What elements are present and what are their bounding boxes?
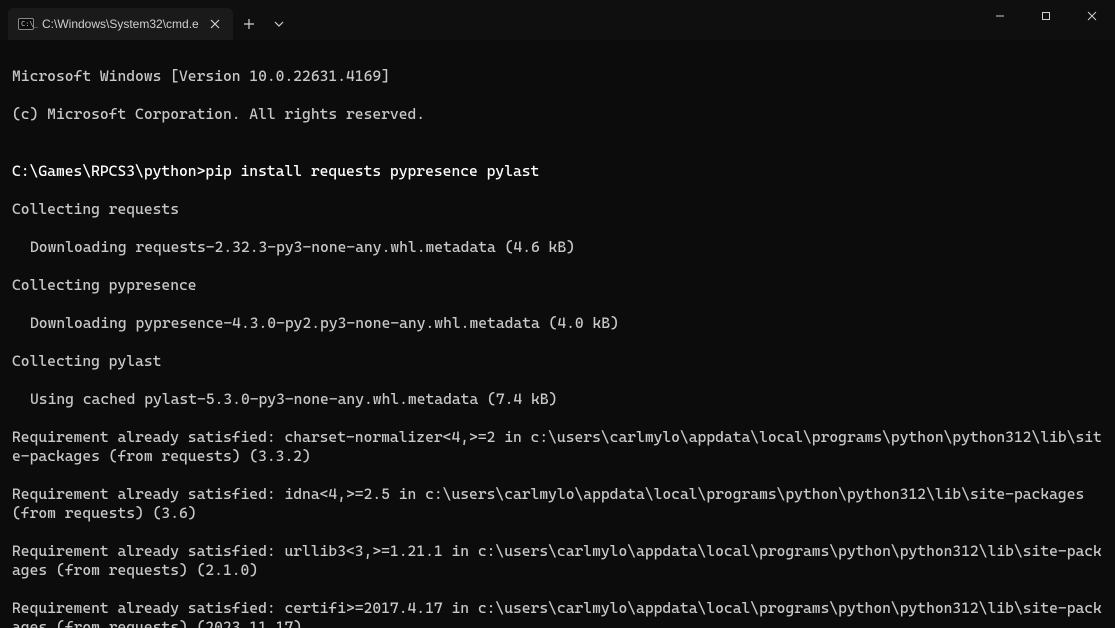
minimize-button[interactable] (977, 0, 1023, 32)
output-line: Using cached pylast-5.3.0-py3-none-any.w… (12, 390, 1103, 409)
prompt-line: C:\Games\RPCS3\python>pip install reques… (12, 162, 1103, 181)
chevron-down-icon (274, 21, 284, 27)
output-line: Requirement already satisfied: certifi>=… (12, 599, 1103, 628)
output-line: Requirement already satisfied: charset-n… (12, 428, 1103, 466)
window-controls (977, 0, 1115, 40)
tab-title: C:\Windows\System32\cmd.e (42, 17, 199, 31)
close-icon (210, 19, 220, 29)
tab-close-button[interactable] (207, 16, 223, 32)
prompt-path: C:\Games\RPCS3\python> (12, 162, 205, 180)
titlebar[interactable]: C:\Windows\System32\cmd.e (0, 0, 1115, 40)
minimize-icon (995, 11, 1005, 21)
output-line: (c) Microsoft Corporation. All rights re… (12, 105, 1103, 124)
close-window-button[interactable] (1069, 0, 1115, 32)
maximize-icon (1041, 11, 1051, 21)
new-tab-button[interactable] (233, 8, 265, 40)
output-line: Collecting pypresence (12, 276, 1103, 295)
output-line: Requirement already satisfied: idna<4,>=… (12, 485, 1103, 523)
tab-dropdown-button[interactable] (265, 8, 293, 40)
output-line: Microsoft Windows [Version 10.0.22631.41… (12, 67, 1103, 86)
terminal-window: C:\Windows\System32\cmd.e Microsoft Wind… (0, 0, 1115, 628)
output-line: Downloading requests-2.32.3-py3-none-any… (12, 238, 1103, 257)
output-line: Requirement already satisfied: urllib3<3… (12, 542, 1103, 580)
close-icon (1087, 11, 1097, 21)
output-line: Collecting requests (12, 200, 1103, 219)
cmd-icon (18, 18, 34, 30)
plus-icon (243, 18, 255, 30)
maximize-button[interactable] (1023, 0, 1069, 32)
command-text: pip install requests pypresence pylast (205, 162, 539, 180)
output-line: Downloading pypresence-4.3.0-py2.py3-non… (12, 314, 1103, 333)
terminal-output[interactable]: Microsoft Windows [Version 10.0.22631.41… (0, 40, 1115, 628)
tab-active[interactable]: C:\Windows\System32\cmd.e (8, 8, 233, 40)
output-line: Collecting pylast (12, 352, 1103, 371)
